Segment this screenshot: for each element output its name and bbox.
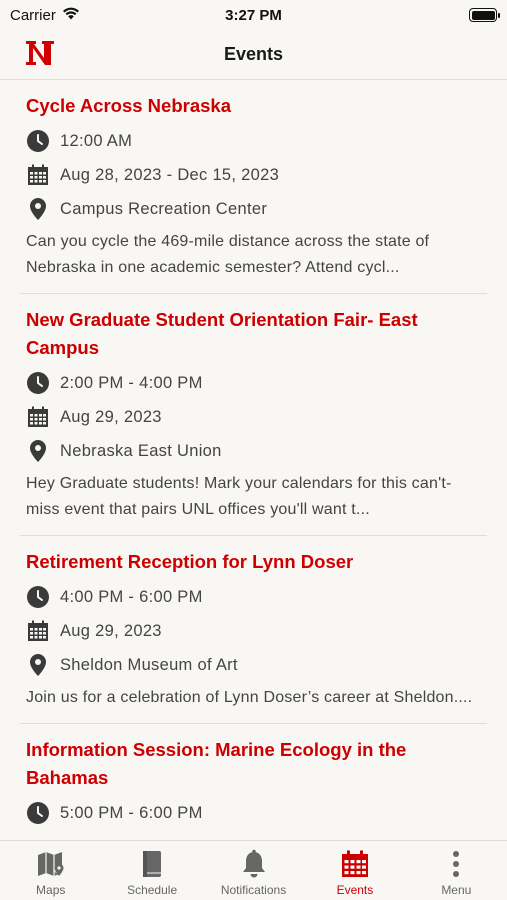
event-title[interactable]: Retirement Reception for Lynn Doser: [26, 548, 481, 576]
events-list[interactable]: Cycle Across Nebraska 12:00 AM Aug 28, 2…: [0, 80, 507, 840]
tab-label: Events: [336, 883, 374, 897]
page-title: Events: [223, 44, 284, 64]
event-date-row: Aug 28, 2023 - Dec 15, 2023: [26, 158, 481, 192]
event-date-row: Aug 29, 2023: [26, 400, 481, 434]
event-time: 12:00 AM: [60, 131, 133, 150]
book-icon: [140, 848, 164, 880]
tab-events[interactable]: Events: [304, 841, 405, 900]
location-pin-icon: [26, 439, 50, 463]
battery-icon: [469, 8, 500, 22]
event-title[interactable]: Information Session: Marine Ecology in t…: [26, 736, 481, 792]
event-time-row: 5:00 PM - 6:00 PM: [26, 796, 481, 830]
event-location: Campus Recreation Center: [60, 199, 268, 218]
tab-label: Notifications: [220, 883, 287, 897]
event-date: Aug 29, 2023: [60, 621, 162, 640]
tab-schedule[interactable]: Schedule: [101, 841, 202, 900]
tab-label: Menu: [441, 883, 472, 897]
location-pin-icon: [26, 197, 50, 221]
location-pin-icon: [26, 653, 50, 677]
nebraska-logo[interactable]: [24, 37, 56, 69]
event-item[interactable]: Retirement Reception for Lynn Doser 4:00…: [20, 536, 487, 724]
event-time: 2:00 PM - 4:00 PM: [60, 373, 203, 392]
event-date: Aug 28, 2023 - Dec 15, 2023: [60, 165, 280, 184]
event-time: 4:00 PM - 6:00 PM: [60, 587, 203, 606]
nav-bar: Events: [0, 30, 507, 80]
tab-maps[interactable]: Maps: [0, 841, 101, 900]
event-date: Aug 29, 2023: [60, 407, 162, 426]
event-location-row: Sheldon Museum of Art: [26, 648, 481, 682]
event-description: Join us for a celebration of Lynn Doser’…: [26, 689, 473, 706]
event-date-row: Aug 29, 2023: [26, 614, 481, 648]
calendar-icon: [340, 848, 370, 880]
clock-icon: [26, 585, 50, 609]
event-description: Hey Graduate students! Mark your calenda…: [26, 475, 452, 518]
event-location: Sheldon Museum of Art: [60, 655, 238, 674]
event-time-row: 4:00 PM - 6:00 PM: [26, 580, 481, 614]
more-vertical-icon: [451, 848, 461, 880]
map-icon: [36, 848, 66, 880]
calendar-icon: [26, 619, 50, 643]
calendar-icon: [26, 405, 50, 429]
event-time-row: 2:00 PM - 4:00 PM: [26, 366, 481, 400]
event-time: 5:00 PM - 6:00 PM: [60, 803, 203, 822]
event-item[interactable]: Cycle Across Nebraska 12:00 AM Aug 28, 2…: [20, 80, 487, 294]
event-description: Can you cycle the 469-mile distance acro…: [26, 233, 430, 276]
calendar-icon: [26, 163, 50, 187]
event-time-row: 12:00 AM: [26, 124, 481, 158]
carrier-label: Carrier: [10, 6, 56, 24]
tab-label: Schedule: [127, 883, 178, 897]
event-title[interactable]: New Graduate Student Orientation Fair- E…: [26, 306, 481, 362]
event-location: Nebraska East Union: [60, 441, 222, 460]
clock-icon: [26, 801, 50, 825]
tab-menu[interactable]: Menu: [406, 841, 507, 900]
clock-icon: [26, 371, 50, 395]
bell-icon: [240, 848, 268, 880]
event-item[interactable]: New Graduate Student Orientation Fair- E…: [20, 294, 487, 536]
tab-label: Maps: [36, 883, 66, 897]
status-bar: Carrier 3:27 PM: [0, 0, 507, 30]
clock-icon: [26, 129, 50, 153]
tab-bar: Maps Schedule Notifications Events Menu: [0, 840, 507, 900]
event-location-row: Campus Recreation Center: [26, 192, 481, 226]
event-location-row: Nebraska East Union: [26, 434, 481, 468]
event-title[interactable]: Cycle Across Nebraska: [26, 92, 481, 120]
wifi-icon: [62, 7, 80, 24]
tab-notifications[interactable]: Notifications: [203, 841, 304, 900]
event-item[interactable]: Information Session: Marine Ecology in t…: [20, 724, 487, 840]
